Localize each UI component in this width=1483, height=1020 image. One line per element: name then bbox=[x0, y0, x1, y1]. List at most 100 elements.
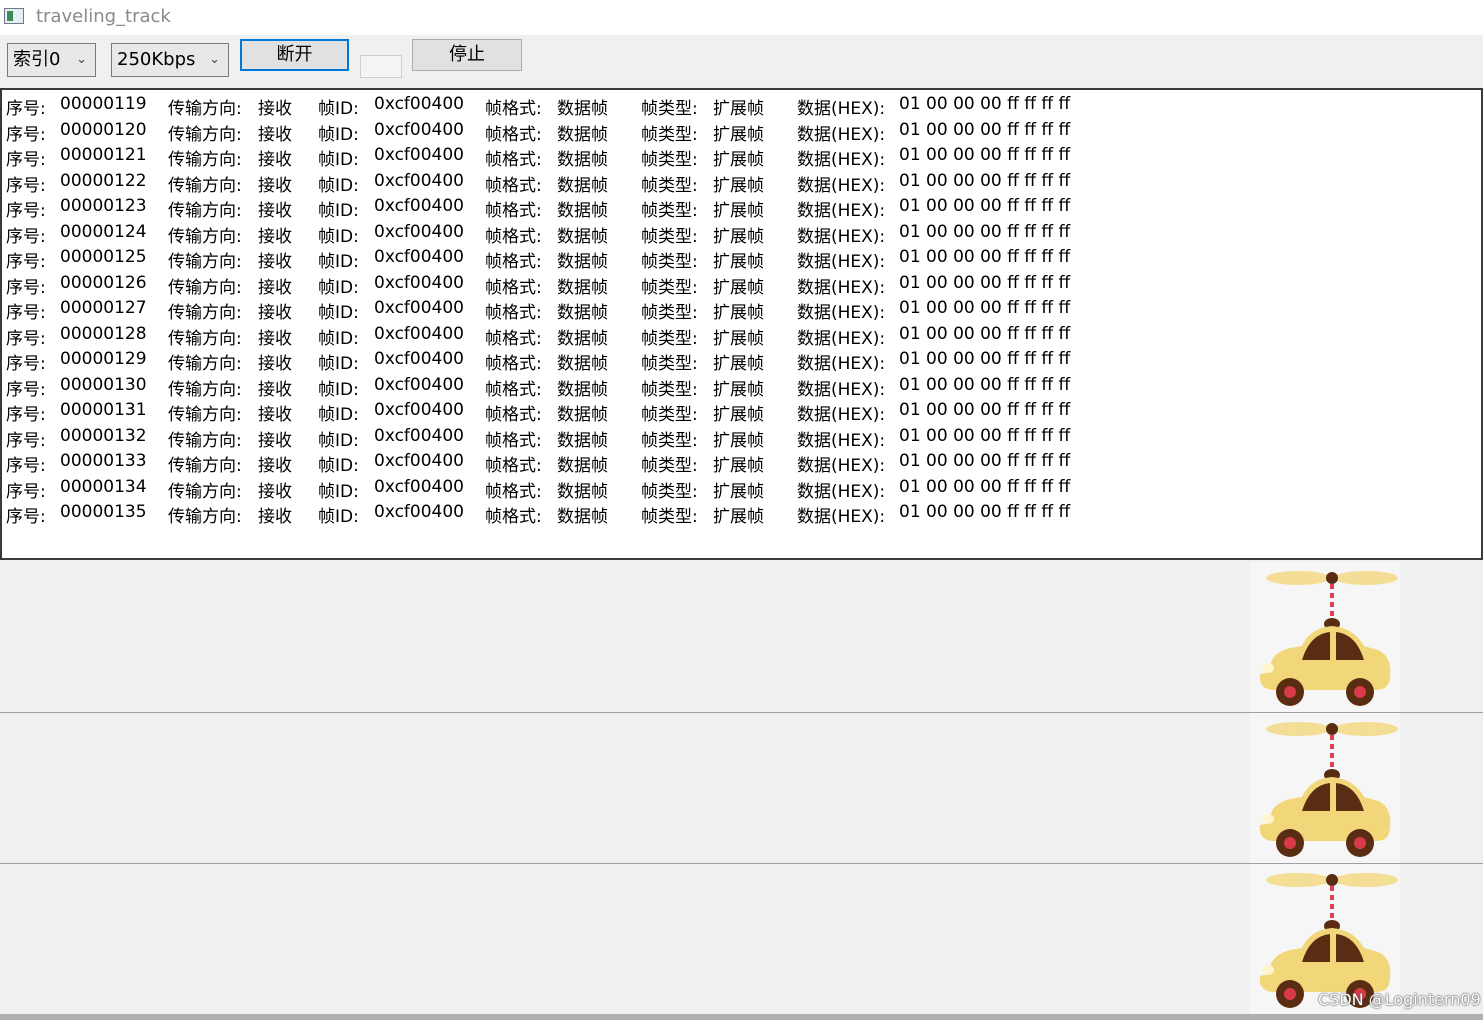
data-hex-label: 数据(HEX): bbox=[797, 150, 886, 170]
data-hex-value: 01 00 00 00 ff ff ff ff bbox=[899, 425, 1071, 446]
data-hex-label: 数据(HEX): bbox=[797, 430, 886, 451]
direction-value: 接收 bbox=[258, 481, 292, 502]
device-index-select[interactable]: 索引0 ⌄ bbox=[7, 43, 96, 77]
seq-value: 00000131 bbox=[60, 400, 147, 420]
frame-id-label: 帧ID: bbox=[318, 379, 359, 400]
frame-format-label: 帧格式: bbox=[485, 277, 542, 298]
data-hex-value: 01 00 00 00 ff ff ff ff bbox=[899, 247, 1071, 267]
flying-car-icon bbox=[1250, 713, 1400, 863]
frame-id-label: 帧ID: bbox=[318, 175, 359, 196]
frame-id-label: 帧ID: bbox=[318, 226, 359, 247]
seq-value: 00000130 bbox=[60, 374, 147, 395]
frame-type-label: 帧类型: bbox=[641, 456, 698, 476]
frame-format-value: 数据帧 bbox=[557, 201, 608, 221]
can-log-textbox[interactable]: 序号: 00000119 传输方向: 接收 帧ID: 0xcf00400 帧格式: 数据帧 帧类… bbox=[0, 88, 1483, 560]
frame-id-label: 帧ID: bbox=[318, 354, 359, 374]
seq-label: 序号: bbox=[6, 201, 46, 221]
data-hex-label: 数据(HEX): bbox=[797, 226, 886, 247]
data-hex-value: 01 00 00 00 ff ff ff ff bbox=[899, 196, 1071, 216]
data-hex-label: 数据(HEX): bbox=[797, 303, 886, 323]
seq-value: 00000126 bbox=[60, 272, 147, 293]
frame-format-value: 数据帧 bbox=[557, 430, 608, 451]
frame-format-label: 帧格式: bbox=[485, 379, 542, 400]
frame-type-label: 帧类型: bbox=[641, 252, 698, 272]
direction-value: 接收 bbox=[258, 430, 292, 451]
frame-type-value: 扩展帧 bbox=[713, 328, 764, 349]
direction-label: 传输方向: bbox=[168, 354, 242, 374]
seq-value: 00000123 bbox=[60, 196, 147, 216]
frame-format-label: 帧格式: bbox=[485, 175, 542, 196]
frame-id-value: 0xcf00400 bbox=[374, 119, 464, 140]
direction-label: 传输方向: bbox=[168, 124, 242, 145]
frame-format-label: 帧格式: bbox=[485, 303, 542, 323]
frame-id-value: 0xcf00400 bbox=[374, 94, 464, 114]
frame-id-label: 帧ID: bbox=[318, 328, 359, 349]
frame-format-label: 帧格式: bbox=[485, 226, 542, 247]
direction-label: 传输方向: bbox=[168, 226, 242, 247]
frame-type-value: 扩展帧 bbox=[713, 405, 764, 425]
frame-format-label: 帧格式: bbox=[485, 507, 542, 527]
frame-id-label: 帧ID: bbox=[318, 277, 359, 298]
seq-label: 序号: bbox=[6, 303, 46, 323]
blank-button[interactable] bbox=[360, 55, 402, 78]
baud-rate-select[interactable]: 250Kbps ⌄ bbox=[111, 43, 229, 77]
frame-id-label: 帧ID: bbox=[318, 303, 359, 323]
frame-type-label: 帧类型: bbox=[641, 303, 698, 323]
seq-label: 序号: bbox=[6, 481, 46, 502]
frame-format-value: 数据帧 bbox=[557, 303, 608, 323]
direction-label: 传输方向: bbox=[168, 507, 242, 527]
direction-label: 传输方向: bbox=[168, 328, 242, 349]
frame-format-value: 数据帧 bbox=[557, 226, 608, 247]
frame-type-label: 帧类型: bbox=[641, 150, 698, 170]
device-index-value: 索引0 bbox=[13, 49, 61, 70]
frame-id-value: 0xcf00400 bbox=[374, 272, 464, 293]
direction-label: 传输方向: bbox=[168, 303, 242, 323]
track-lane bbox=[0, 713, 1483, 863]
track-lane bbox=[0, 562, 1483, 712]
seq-label: 序号: bbox=[6, 328, 46, 349]
direction-value: 接收 bbox=[258, 99, 292, 119]
direction-label: 传输方向: bbox=[168, 456, 242, 476]
seq-value: 00000120 bbox=[60, 119, 147, 140]
flying-car-icon bbox=[1250, 562, 1400, 712]
frame-type-label: 帧类型: bbox=[641, 99, 698, 119]
direction-value: 接收 bbox=[258, 150, 292, 170]
direction-value: 接收 bbox=[258, 252, 292, 272]
frame-format-value: 数据帧 bbox=[557, 405, 608, 425]
frame-type-label: 帧类型: bbox=[641, 277, 698, 298]
frame-format-label: 帧格式: bbox=[485, 201, 542, 221]
disconnect-button[interactable]: 断开 bbox=[240, 39, 349, 71]
data-hex-value: 01 00 00 00 ff ff ff ff bbox=[899, 476, 1071, 497]
seq-value: 00000133 bbox=[60, 451, 147, 471]
direction-label: 传输方向: bbox=[168, 201, 242, 221]
frame-type-label: 帧类型: bbox=[641, 354, 698, 374]
frame-type-value: 扩展帧 bbox=[713, 507, 764, 527]
frame-type-label: 帧类型: bbox=[641, 328, 698, 349]
frame-format-value: 数据帧 bbox=[557, 481, 608, 502]
frame-type-label: 帧类型: bbox=[641, 481, 698, 502]
data-hex-value: 01 00 00 00 ff ff ff ff bbox=[899, 221, 1071, 242]
frame-type-value: 扩展帧 bbox=[713, 226, 764, 247]
frame-type-value: 扩展帧 bbox=[713, 175, 764, 196]
frame-format-value: 数据帧 bbox=[557, 124, 608, 145]
frame-id-value: 0xcf00400 bbox=[374, 221, 464, 242]
app-icon bbox=[4, 8, 24, 24]
frame-id-value: 0xcf00400 bbox=[374, 298, 464, 318]
frame-type-label: 帧类型: bbox=[641, 405, 698, 425]
stop-button[interactable]: 停止 bbox=[412, 39, 522, 71]
seq-value: 00000134 bbox=[60, 476, 147, 497]
direction-label: 传输方向: bbox=[168, 99, 242, 119]
data-hex-value: 01 00 00 00 ff ff ff ff bbox=[899, 374, 1071, 395]
seq-label: 序号: bbox=[6, 430, 46, 451]
frame-id-label: 帧ID: bbox=[318, 430, 359, 451]
data-hex-value: 01 00 00 00 ff ff ff ff bbox=[899, 94, 1071, 114]
data-hex-value: 01 00 00 00 ff ff ff ff bbox=[899, 145, 1071, 165]
data-hex-value: 01 00 00 00 ff ff ff ff bbox=[899, 400, 1071, 420]
direction-value: 接收 bbox=[258, 507, 292, 527]
frame-format-value: 数据帧 bbox=[557, 328, 608, 349]
seq-value: 00000121 bbox=[60, 145, 147, 165]
direction-value: 接收 bbox=[258, 124, 292, 145]
seq-value: 00000124 bbox=[60, 221, 147, 242]
direction-label: 传输方向: bbox=[168, 405, 242, 425]
frame-id-value: 0xcf00400 bbox=[374, 323, 464, 344]
